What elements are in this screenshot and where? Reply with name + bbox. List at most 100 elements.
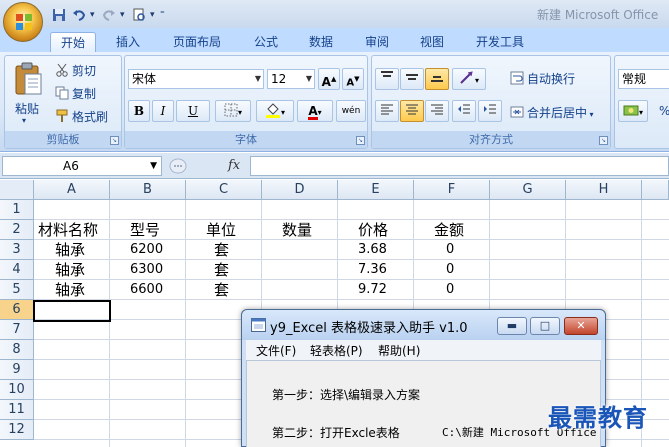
row-header-6[interactable]: 6 xyxy=(0,300,34,320)
minimize-button[interactable]: ▬ xyxy=(497,317,527,335)
align-center-button[interactable] xyxy=(400,100,424,122)
phonetic-button[interactable]: wén xyxy=(336,100,366,122)
borders-button[interactable]: ▾ xyxy=(215,100,251,122)
cell-e4[interactable]: 7.36 xyxy=(358,260,387,280)
cell-a3[interactable]: 轴承 xyxy=(55,240,85,260)
office-button[interactable] xyxy=(3,2,43,42)
tab-developer[interactable]: 开发工具 xyxy=(468,32,532,52)
cell-f5[interactable]: 0 xyxy=(446,280,454,300)
tab-view[interactable]: 视图 xyxy=(412,32,452,52)
menu-file[interactable]: 文件(F) xyxy=(256,342,296,359)
format-painter-button[interactable]: 格式刷 xyxy=(55,108,108,125)
column-header-f[interactable]: F xyxy=(414,180,490,200)
dialog-title-bar[interactable]: y9_Excel 表格极速录入助手 v1.0 ▬ □ ✕ xyxy=(242,310,605,340)
row-header-10[interactable]: 10 xyxy=(0,380,34,400)
percent-button[interactable]: % xyxy=(659,104,669,118)
cell-e5[interactable]: 9.72 xyxy=(358,280,387,300)
cell-b4[interactable]: 6300 xyxy=(130,260,163,280)
row-header-3[interactable]: 3 xyxy=(0,240,34,260)
tab-home[interactable]: 开始 xyxy=(50,32,96,52)
font-launcher-icon[interactable]: ↘ xyxy=(356,136,365,145)
cell-b2[interactable]: 型号 xyxy=(130,220,160,240)
name-box[interactable]: A6 ▼ xyxy=(2,156,162,176)
accounting-format-button[interactable]: ▾ xyxy=(618,100,648,122)
row-header-1[interactable]: 1 xyxy=(0,200,34,220)
cell-f3[interactable]: 0 xyxy=(446,240,454,260)
tab-review[interactable]: 审阅 xyxy=(357,32,397,52)
cell-d2[interactable]: 数量 xyxy=(282,220,312,240)
cell-a5[interactable]: 轴承 xyxy=(55,280,85,300)
column-header-c[interactable]: C xyxy=(186,180,262,200)
cell-b5[interactable]: 6600 xyxy=(130,280,163,300)
redo-icon[interactable] xyxy=(100,6,118,24)
cell-a4[interactable]: 轴承 xyxy=(55,260,85,280)
print-dropdown-icon[interactable]: ▾ xyxy=(150,6,158,24)
align-bottom-button[interactable] xyxy=(425,68,449,90)
column-header-a[interactable]: A xyxy=(34,180,110,200)
font-name-select[interactable]: 宋体 ▼ xyxy=(128,69,264,89)
cell-c5[interactable]: 套 xyxy=(214,280,229,300)
alignment-launcher-icon[interactable]: ↘ xyxy=(599,136,608,145)
fill-color-button[interactable]: ▾ xyxy=(256,100,294,122)
cell-e2[interactable]: 价格 xyxy=(358,220,388,240)
cut-button[interactable]: 剪切 xyxy=(55,62,96,79)
italic-button[interactable]: I xyxy=(152,100,174,122)
customize-icon[interactable]: ⁼ xyxy=(160,6,168,24)
column-header-d[interactable]: D xyxy=(262,180,338,200)
row-header-2[interactable]: 2 xyxy=(0,220,34,240)
maximize-button[interactable]: □ xyxy=(530,317,560,335)
formula-input[interactable] xyxy=(250,156,669,176)
orientation-button[interactable]: ▾ xyxy=(452,68,486,90)
row-header-9[interactable]: 9 xyxy=(0,360,34,380)
tab-page-layout[interactable]: 页面布局 xyxy=(165,32,229,52)
row-header-8[interactable]: 8 xyxy=(0,340,34,360)
align-right-button[interactable] xyxy=(425,100,449,122)
menu-light-table[interactable]: 轻表格(P) xyxy=(310,342,363,359)
close-button[interactable]: ✕ xyxy=(564,317,598,335)
cell-a2[interactable]: 材料名称 xyxy=(38,220,98,240)
cell-b3[interactable]: 6200 xyxy=(130,240,163,260)
wrap-text-button[interactable]: 自动换行 xyxy=(510,70,575,87)
tab-insert[interactable]: 插入 xyxy=(108,32,148,52)
column-header-partial[interactable] xyxy=(642,180,669,200)
align-middle-button[interactable] xyxy=(400,68,424,90)
align-left-button[interactable] xyxy=(375,100,399,122)
cell-f2[interactable]: 金额 xyxy=(434,220,464,240)
copy-button[interactable]: 复制 xyxy=(55,85,96,102)
increase-indent-button[interactable] xyxy=(478,100,502,122)
active-cell-a6[interactable] xyxy=(33,300,111,322)
row-header-5[interactable]: 5 xyxy=(0,280,34,300)
row-header-7[interactable]: 7 xyxy=(0,320,34,340)
cell-e3[interactable]: 3.68 xyxy=(358,240,387,260)
clipboard-launcher-icon[interactable]: ↘ xyxy=(110,136,119,145)
insert-function-icon[interactable]: fx xyxy=(228,158,240,173)
align-top-button[interactable] xyxy=(375,68,399,90)
undo-dropdown-icon[interactable]: ▾ xyxy=(90,6,98,24)
save-icon[interactable] xyxy=(50,6,68,24)
shrink-font-button[interactable]: A▼ xyxy=(342,68,364,90)
cell-f4[interactable]: 0 xyxy=(446,260,454,280)
print-preview-icon[interactable] xyxy=(130,6,148,24)
row-header-11[interactable]: 11 xyxy=(0,400,34,420)
cell-c2[interactable]: 单位 xyxy=(206,220,236,240)
tab-data[interactable]: 数据 xyxy=(301,32,341,52)
row-header-4[interactable]: 4 xyxy=(0,260,34,280)
font-size-select[interactable]: 12 ▼ xyxy=(267,69,315,89)
row-header-12[interactable]: 12 xyxy=(0,420,34,440)
grow-font-button[interactable]: A▲ xyxy=(318,68,340,90)
decrease-indent-button[interactable] xyxy=(452,100,476,122)
column-header-h[interactable]: H xyxy=(566,180,642,200)
cell-c3[interactable]: 套 xyxy=(214,240,229,260)
undo-icon[interactable] xyxy=(70,6,88,24)
tab-formulas[interactable]: 公式 xyxy=(246,32,286,52)
number-format-select[interactable]: 常规 xyxy=(618,69,669,89)
redo-dropdown-icon[interactable]: ▾ xyxy=(120,6,128,24)
underline-button[interactable]: U xyxy=(176,100,210,122)
column-header-g[interactable]: G xyxy=(490,180,566,200)
column-header-e[interactable]: E xyxy=(338,180,414,200)
cell-c4[interactable]: 套 xyxy=(214,260,229,280)
font-color-button[interactable]: A▾ xyxy=(297,100,333,122)
menu-help[interactable]: 帮助(H) xyxy=(378,342,420,359)
bold-button[interactable]: B xyxy=(128,100,150,122)
column-header-b[interactable]: B xyxy=(110,180,186,200)
